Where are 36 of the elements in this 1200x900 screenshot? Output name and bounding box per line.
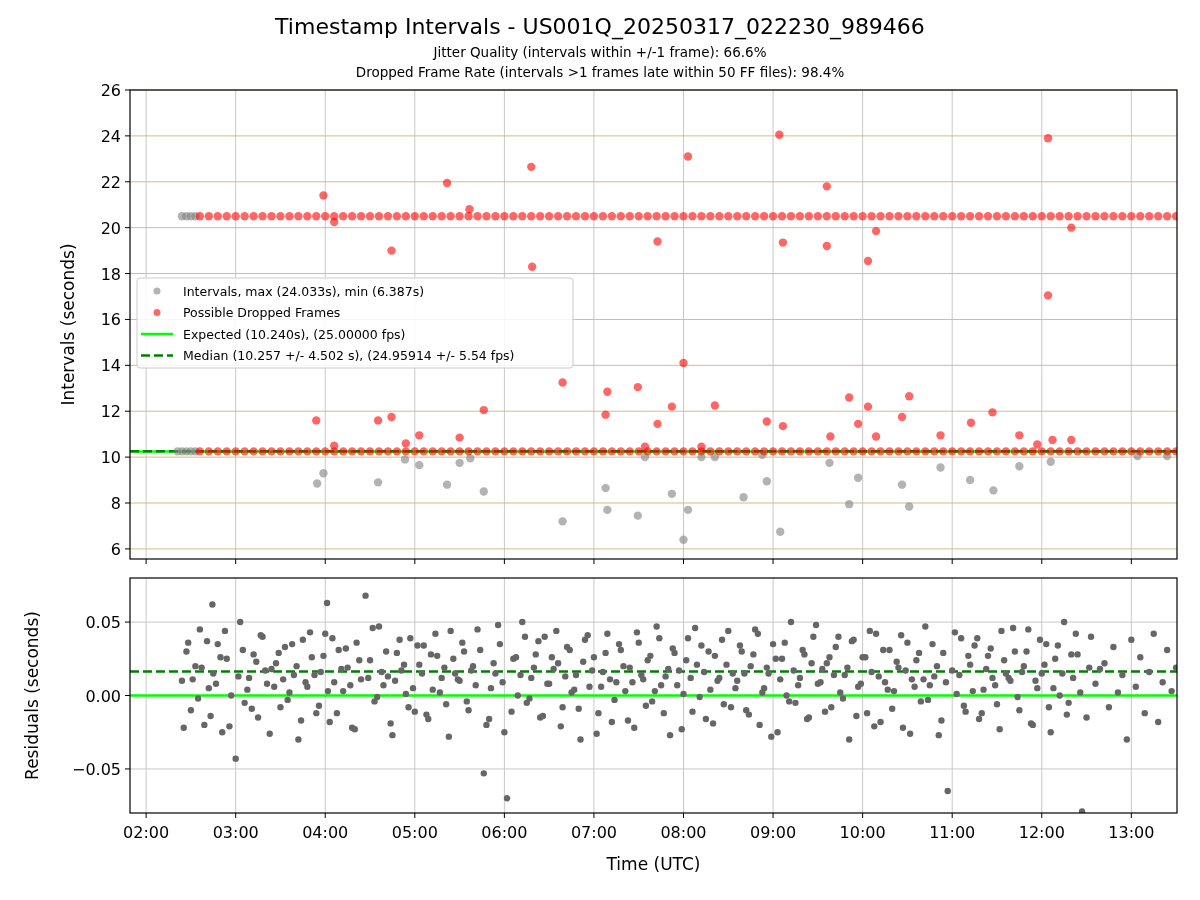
tick-label: 02:00 bbox=[123, 823, 170, 842]
legend-label: Expected (10.240s), (25.00000 fps) bbox=[183, 326, 406, 342]
tick-label: 10:00 bbox=[839, 823, 886, 842]
tick-label: 07:00 bbox=[570, 823, 617, 842]
axis-title: Residuals (seconds) bbox=[22, 611, 42, 780]
tick-label: 14 bbox=[100, 356, 121, 376]
tick-label: −0.05 bbox=[71, 759, 121, 779]
tick-label: 11:00 bbox=[929, 823, 976, 842]
tick-label: 20 bbox=[100, 218, 121, 238]
tick-label: 0.05 bbox=[85, 613, 121, 633]
tick-label: 09:00 bbox=[750, 823, 797, 842]
tick-label: 12:00 bbox=[1018, 823, 1065, 842]
chart-subtitle: Jitter Quality (intervals within +/-1 frame): 66.6% bbox=[433, 43, 767, 62]
axis-title: Time (UTC) bbox=[606, 854, 701, 874]
tick-label: 0.00 bbox=[85, 686, 121, 706]
tick-label: 16 bbox=[100, 310, 121, 330]
tick-label: 03:00 bbox=[212, 823, 259, 842]
tick-label: 6 bbox=[110, 539, 121, 559]
tick-label: 13:00 bbox=[1108, 823, 1155, 842]
tick-label: 22 bbox=[100, 172, 121, 192]
tick-label: 08:00 bbox=[660, 823, 707, 842]
legend-label: Intervals, max (24.033s), min (6.387s) bbox=[183, 283, 425, 299]
tick-label: 8 bbox=[110, 494, 121, 513]
tick-label: 12 bbox=[100, 402, 121, 422]
tick-label: 04:00 bbox=[302, 823, 349, 842]
legend-label: Median (10.257 +/- 4.502 s), (24.95914 +/- 5.54 fps) bbox=[183, 348, 515, 363]
tick-label: 26 bbox=[100, 82, 121, 100]
tick-label: 10 bbox=[100, 448, 121, 468]
tick-label: 18 bbox=[100, 264, 121, 284]
chart-title: Timestamp Intervals - US001Q_20250317_022230_989466 bbox=[275, 13, 925, 42]
chart-subtitle: Dropped Frame Rate (intervals >1 frames late within 50 FF files): 98.4% bbox=[355, 63, 845, 82]
legend-label: Possible Dropped Frames bbox=[183, 305, 341, 320]
tick-label: 05:00 bbox=[391, 823, 438, 842]
tick-label: 24 bbox=[100, 126, 121, 146]
tick-label: 06:00 bbox=[481, 823, 528, 842]
axis-title: Intervals (seconds) bbox=[58, 243, 78, 406]
